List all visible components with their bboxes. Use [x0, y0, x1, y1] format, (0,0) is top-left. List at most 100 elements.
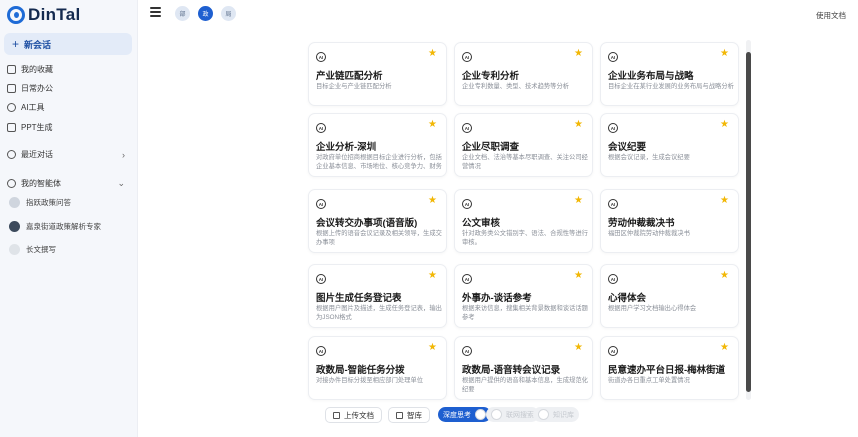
library-label: 智库	[407, 410, 422, 420]
sidebar-item-ppt[interactable]: PPT生成	[7, 122, 53, 133]
agent-item[interactable]: 长文撰写	[9, 244, 56, 255]
card-title: 民意速办平台日报-梅林街道	[608, 365, 726, 376]
new-chat-button[interactable]: + 新会话	[4, 33, 132, 55]
ai-agent-icon: AI	[462, 52, 472, 62]
agent-card[interactable]: AI ★ 外事办-谈话参考 根据来访信息，搜集相关背景数据和谈话话题参考	[454, 264, 593, 328]
agent-card[interactable]: AI ★ 心得体会 根据用户学习文档输出心得体会	[600, 264, 739, 328]
menu-icon[interactable]	[150, 7, 161, 17]
card-title: 会议纪要	[608, 142, 647, 153]
agent-label: 嘉泉街道政策解析专家	[26, 222, 101, 231]
scrollbar-thumb[interactable]	[746, 52, 751, 392]
plus-icon: +	[12, 37, 20, 51]
card-title: 产业链匹配分析	[316, 71, 383, 82]
logo-icon	[7, 6, 25, 24]
library-icon	[396, 411, 403, 419]
scope-pill[interactable]: 局	[221, 6, 236, 21]
star-icon[interactable]: ★	[720, 49, 729, 59]
ai-agent-icon: AI	[608, 123, 618, 133]
star-icon[interactable]: ★	[574, 49, 583, 59]
card-description: 根据上传的语音会议记录及相关领导，生成交办事项	[316, 230, 442, 246]
card-title: 图片生成任务登记表	[316, 293, 402, 304]
card-description: 根据来访信息，搜集相关背景数据和谈话话题参考	[462, 305, 588, 321]
library-button[interactable]: 智库	[388, 407, 430, 423]
card-title: 企业尽职调查	[462, 142, 520, 153]
avatar	[9, 221, 20, 232]
star-icon[interactable]: ★	[574, 120, 583, 130]
card-title: 政数局-智能任务分拨	[316, 365, 405, 376]
agent-card[interactable]: AI ★ 企业专利分析 企业专利数量、类型、技术趋势等分析	[454, 42, 593, 106]
docs-link[interactable]: 使用文档	[816, 10, 846, 21]
star-icon[interactable]: ★	[720, 120, 729, 130]
avatar	[9, 197, 20, 208]
agent-card[interactable]: AI ★ 会议转交办事项(语音版) 根据上传的语音会议记录及相关领导，生成交办事项	[308, 189, 447, 253]
agent-card[interactable]: AI ★ 企业尽职调查 企业文档、法治等基本尽职调查、关注公司经营情况	[454, 113, 593, 177]
app-name: DinTal	[28, 5, 81, 24]
scope-pill-active[interactable]: 政	[198, 6, 213, 21]
agent-card[interactable]: AI ★ 政数局-语音转会议记录 根据用户提供的语音和基本信息，生成规范化纪要	[454, 336, 593, 400]
ai-agent-icon: AI	[316, 52, 326, 62]
toggle-knob	[538, 409, 549, 420]
upload-label: 上传文档	[344, 410, 374, 420]
star-icon[interactable]: ★	[574, 271, 583, 281]
sidebar-item-office[interactable]: 日常办公	[7, 83, 53, 94]
recent-chats-section[interactable]: 最近对话 ›	[7, 149, 125, 160]
star-icon[interactable]: ★	[720, 196, 729, 206]
ai-agent-icon: AI	[316, 199, 326, 209]
ai-agent-icon: AI	[462, 274, 472, 284]
card-description: 对政府单位招商根据目标企业进行分析，包括企业基本信息、市场地位、核心竞争力、财务…	[316, 154, 442, 170]
star-icon[interactable]: ★	[428, 196, 437, 206]
agent-item[interactable]: 指跃政策问答	[9, 197, 71, 208]
sidebar-item-favorites[interactable]: 我的收藏	[7, 64, 53, 75]
card-description: 根据会议记录，生成会议纪要	[608, 154, 690, 161]
star-icon[interactable]: ★	[428, 343, 437, 353]
star-icon[interactable]: ★	[574, 343, 583, 353]
toggle-knob	[475, 409, 486, 420]
star-icon[interactable]: ★	[574, 196, 583, 206]
ai-agent-icon: AI	[608, 274, 618, 284]
upload-icon	[333, 411, 340, 419]
my-agents-section[interactable]: 我的智能体 ⌄	[7, 178, 125, 189]
briefcase-icon	[7, 84, 16, 93]
agent-label: 长文撰写	[26, 245, 56, 254]
agent-card[interactable]: AI ★ 企业业务布局与战略 目标企业在某行业发展的业务布局与战略分析	[600, 42, 739, 106]
web-search-toggle[interactable]: 联网搜索	[486, 407, 539, 422]
agent-card[interactable]: AI ★ 图片生成任务登记表 根据用户图片及描述，生成任务登记表，输出为JSON格式	[308, 264, 447, 328]
deep-think-toggle[interactable]: 深度思考	[438, 407, 491, 422]
agent-card[interactable]: AI ★ 民意速办平台日报-梅林街道 街道办各日重点工单处置情况	[600, 336, 739, 400]
ai-agent-icon: AI	[608, 199, 618, 209]
agent-card[interactable]: AI ★ 会议纪要 根据会议记录，生成会议纪要	[600, 113, 739, 177]
upload-document-button[interactable]: 上传文档	[325, 407, 382, 423]
card-description: 企业专利数量、类型、技术趋势等分析	[462, 83, 570, 90]
card-title: 会议转交办事项(语音版)	[316, 218, 418, 229]
agent-card[interactable]: AI ★ 劳动仲裁裁决书 福田区仲裁院劳动仲裁裁决书	[600, 189, 739, 253]
card-description: 福田区仲裁院劳动仲裁裁决书	[608, 230, 690, 237]
ai-agent-icon: AI	[316, 346, 326, 356]
new-chat-label: 新会话	[24, 39, 52, 50]
sidebar-item-ai-tools[interactable]: AI工具	[7, 102, 45, 113]
scope-pill[interactable]: 部	[175, 6, 190, 21]
star-icon[interactable]: ★	[428, 271, 437, 281]
my-agents-label: 我的智能体	[21, 179, 61, 188]
star-icon[interactable]: ★	[720, 271, 729, 281]
knowledge-base-label: 知识库	[553, 411, 574, 419]
agent-card[interactable]: AI ★ 企业分析-深圳 对政府单位招商根据目标企业进行分析，包括企业基本信息、市场地…	[308, 113, 447, 177]
recent-chats-label: 最近对话	[21, 150, 53, 159]
agent-card[interactable]: AI ★ 产业链匹配分析 目标企业与产业链匹配分析	[308, 42, 447, 106]
star-icon[interactable]: ★	[428, 49, 437, 59]
card-title: 企业专利分析	[462, 71, 520, 82]
chevron-right-icon: ›	[122, 149, 125, 160]
ai-agent-icon: AI	[462, 123, 472, 133]
star-icon[interactable]: ★	[720, 343, 729, 353]
clock-icon	[7, 150, 16, 159]
agent-item[interactable]: 嘉泉街道政策解析专家	[9, 221, 101, 232]
knowledge-base-toggle[interactable]: 知识库	[533, 407, 579, 422]
app-logo[interactable]: DinTal	[7, 5, 81, 25]
toggle-knob	[491, 409, 502, 420]
agent-card[interactable]: AI ★ 公文审核 针对政务类公文错别字、语法、合规性等进行审核。	[454, 189, 593, 253]
presentation-icon	[7, 123, 16, 132]
agent-card[interactable]: AI ★ 政数局-智能任务分拨 对接办件目标分拨至相应部门处理单位	[308, 336, 447, 400]
ai-agent-icon: AI	[608, 346, 618, 356]
sidebar-item-label: 日常办公	[21, 84, 53, 93]
star-icon[interactable]: ★	[428, 120, 437, 130]
agent-label: 指跃政策问答	[26, 198, 71, 207]
